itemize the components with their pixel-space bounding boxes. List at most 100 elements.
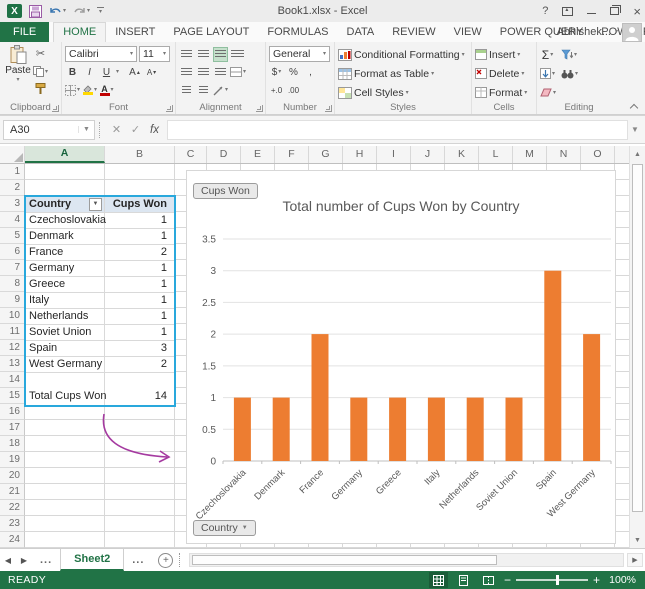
zoom-slider-thumb[interactable] — [555, 575, 559, 585]
scroll-up-icon[interactable]: ▲ — [630, 146, 645, 162]
restore-button[interactable] — [610, 5, 622, 15]
table-cell-cups[interactable]: 3 — [105, 341, 172, 356]
table-cell-country[interactable]: Italy — [26, 293, 105, 308]
ribbon-tab-insert[interactable]: INSERT — [106, 22, 164, 42]
row-header-6[interactable]: 6 — [0, 244, 25, 260]
close-button[interactable]: × — [633, 5, 641, 18]
row-header-21[interactable]: 21 — [0, 484, 25, 500]
fill-color-button[interactable]: ▾ — [82, 83, 97, 98]
decrease-indent-button[interactable] — [179, 83, 194, 98]
chart-bar[interactable] — [389, 397, 407, 461]
column-header-c[interactable]: C — [175, 146, 207, 163]
insert-button[interactable]: Insert — [489, 49, 515, 61]
enter-button[interactable]: ✓ — [126, 120, 145, 140]
tab-scrollbar-splitter[interactable] — [179, 553, 183, 567]
chart-bar[interactable] — [466, 397, 484, 461]
table-cell-empty[interactable] — [105, 373, 172, 389]
decrease-font-button[interactable]: A ▾ — [144, 65, 159, 80]
horizontal-scrollbar[interactable] — [189, 553, 624, 567]
chart-axis-field-button[interactable]: Country ▼ — [193, 520, 256, 536]
row-header-24[interactable]: 24 — [0, 532, 25, 548]
italic-button[interactable]: I — [82, 65, 97, 80]
scroll-down-icon[interactable]: ▼ — [630, 532, 645, 548]
font-dialog-launcher[interactable] — [166, 105, 173, 112]
user-name[interactable]: Abhishek... — [557, 26, 611, 38]
formula-bar-expand-icon[interactable]: ▼ — [628, 125, 642, 134]
ribbon-tab-data[interactable]: DATA — [338, 22, 384, 42]
pivot-chart[interactable]: 0 0.5 1 1.5 2 2.5 3 3.5 Czechoslovakia Denmark Fra… — [186, 170, 616, 544]
bold-button[interactable]: B — [65, 65, 80, 80]
chart-bar[interactable] — [350, 397, 368, 461]
name-box-dropdown-icon[interactable]: ▼ — [78, 126, 94, 133]
clear-button[interactable]: ▾ — [540, 85, 556, 100]
middle-align-button[interactable] — [196, 47, 211, 62]
cancel-button[interactable]: ✕ — [107, 120, 126, 140]
font-color-button[interactable]: A ▾ — [99, 83, 114, 98]
save-button[interactable] — [29, 4, 42, 18]
vertical-scroll-thumb[interactable] — [632, 164, 643, 512]
column-header-h[interactable]: H — [343, 146, 377, 163]
alignment-dialog-launcher[interactable] — [256, 105, 263, 112]
column-header-j[interactable]: J — [411, 146, 445, 163]
table-cell-empty[interactable] — [26, 373, 105, 389]
column-header-o[interactable]: O — [581, 146, 615, 163]
column-header-f[interactable]: F — [275, 146, 309, 163]
chart-bar[interactable] — [544, 270, 562, 461]
row-header-10[interactable]: 10 — [0, 308, 25, 324]
table-cell-cups[interactable]: 1 — [105, 309, 172, 324]
column-header-b[interactable]: B — [105, 146, 175, 163]
table-cell-country[interactable]: Germany — [26, 261, 105, 276]
row-header-15[interactable]: 15 — [0, 388, 25, 404]
align-left-button[interactable] — [179, 65, 194, 80]
row-header-13[interactable]: 13 — [0, 356, 25, 372]
column-header-k[interactable]: K — [445, 146, 479, 163]
pivot-table[interactable]: Country ▼ Cups Won Czechoslovakia 1 Denmark 1 F… — [24, 195, 176, 407]
table-cell-country[interactable]: Denmark — [26, 229, 105, 244]
row-header-8[interactable]: 8 — [0, 276, 25, 292]
minimize-button[interactable] — [587, 6, 597, 17]
undo-dropdown-icon[interactable]: ▾ — [63, 8, 66, 14]
decrease-decimal-button[interactable]: .00 — [286, 83, 301, 98]
column-header-g[interactable]: G — [309, 146, 343, 163]
conditional-formatting-button[interactable]: Conditional Formatting — [354, 49, 460, 61]
table-cell-country[interactable]: Spain — [26, 341, 105, 356]
column-header-n[interactable]: N — [547, 146, 581, 163]
sheet-overflow-left[interactable]: ... — [32, 554, 60, 566]
insert-function-button[interactable]: fx — [145, 120, 164, 140]
row-header-23[interactable]: 23 — [0, 516, 25, 532]
user-dropdown-icon[interactable]: ▾ — [615, 29, 618, 35]
comma-style-button[interactable]: , — [303, 65, 318, 80]
row-header-12[interactable]: 12 — [0, 340, 25, 356]
number-format-combo[interactable]: General ▾ — [269, 46, 330, 62]
chart-bar[interactable] — [427, 397, 445, 461]
delete-button[interactable]: Delete — [489, 68, 519, 80]
row-header-16[interactable]: 16 — [0, 404, 25, 420]
scroll-right-icon[interactable]: ▶ — [627, 553, 643, 567]
table-total-label[interactable]: Total Cups Won — [26, 389, 106, 405]
row-header-7[interactable]: 7 — [0, 260, 25, 276]
zoom-out-button[interactable]: − — [504, 574, 511, 586]
sheet-nav-left-icon[interactable]: ◀ — [0, 556, 16, 565]
row-header-17[interactable]: 17 — [0, 420, 25, 436]
table-cell-country[interactable]: Netherlands — [26, 309, 105, 324]
chart-value-field-button[interactable]: Cups Won — [193, 183, 258, 199]
column-header-l[interactable]: L — [479, 146, 513, 163]
chart-bar[interactable] — [311, 334, 329, 461]
autosum-button[interactable]: Σ ▾ — [540, 47, 555, 62]
row-header-11[interactable]: 11 — [0, 324, 25, 340]
ribbon-display-options-button[interactable] — [562, 6, 574, 16]
table-header-country[interactable]: Country ▼ — [26, 197, 105, 212]
increase-indent-button[interactable] — [196, 83, 211, 98]
merge-center-button[interactable]: ▾ — [230, 65, 246, 80]
column-header-i[interactable]: I — [377, 146, 411, 163]
formula-bar-splitter[interactable] — [99, 121, 103, 138]
fill-button[interactable]: ▾ — [540, 66, 555, 81]
underline-button[interactable]: U — [99, 65, 114, 80]
table-cell-country[interactable]: Greece — [26, 277, 105, 292]
clipboard-dialog-launcher[interactable] — [52, 105, 59, 112]
table-cell-country[interactable]: Czechoslovakia — [26, 213, 106, 228]
paste-dropdown-icon[interactable]: ▾ — [16, 77, 19, 83]
normal-view-button[interactable] — [428, 572, 448, 588]
table-cell-cups[interactable]: 1 — [105, 277, 172, 292]
row-header-20[interactable]: 20 — [0, 468, 25, 484]
